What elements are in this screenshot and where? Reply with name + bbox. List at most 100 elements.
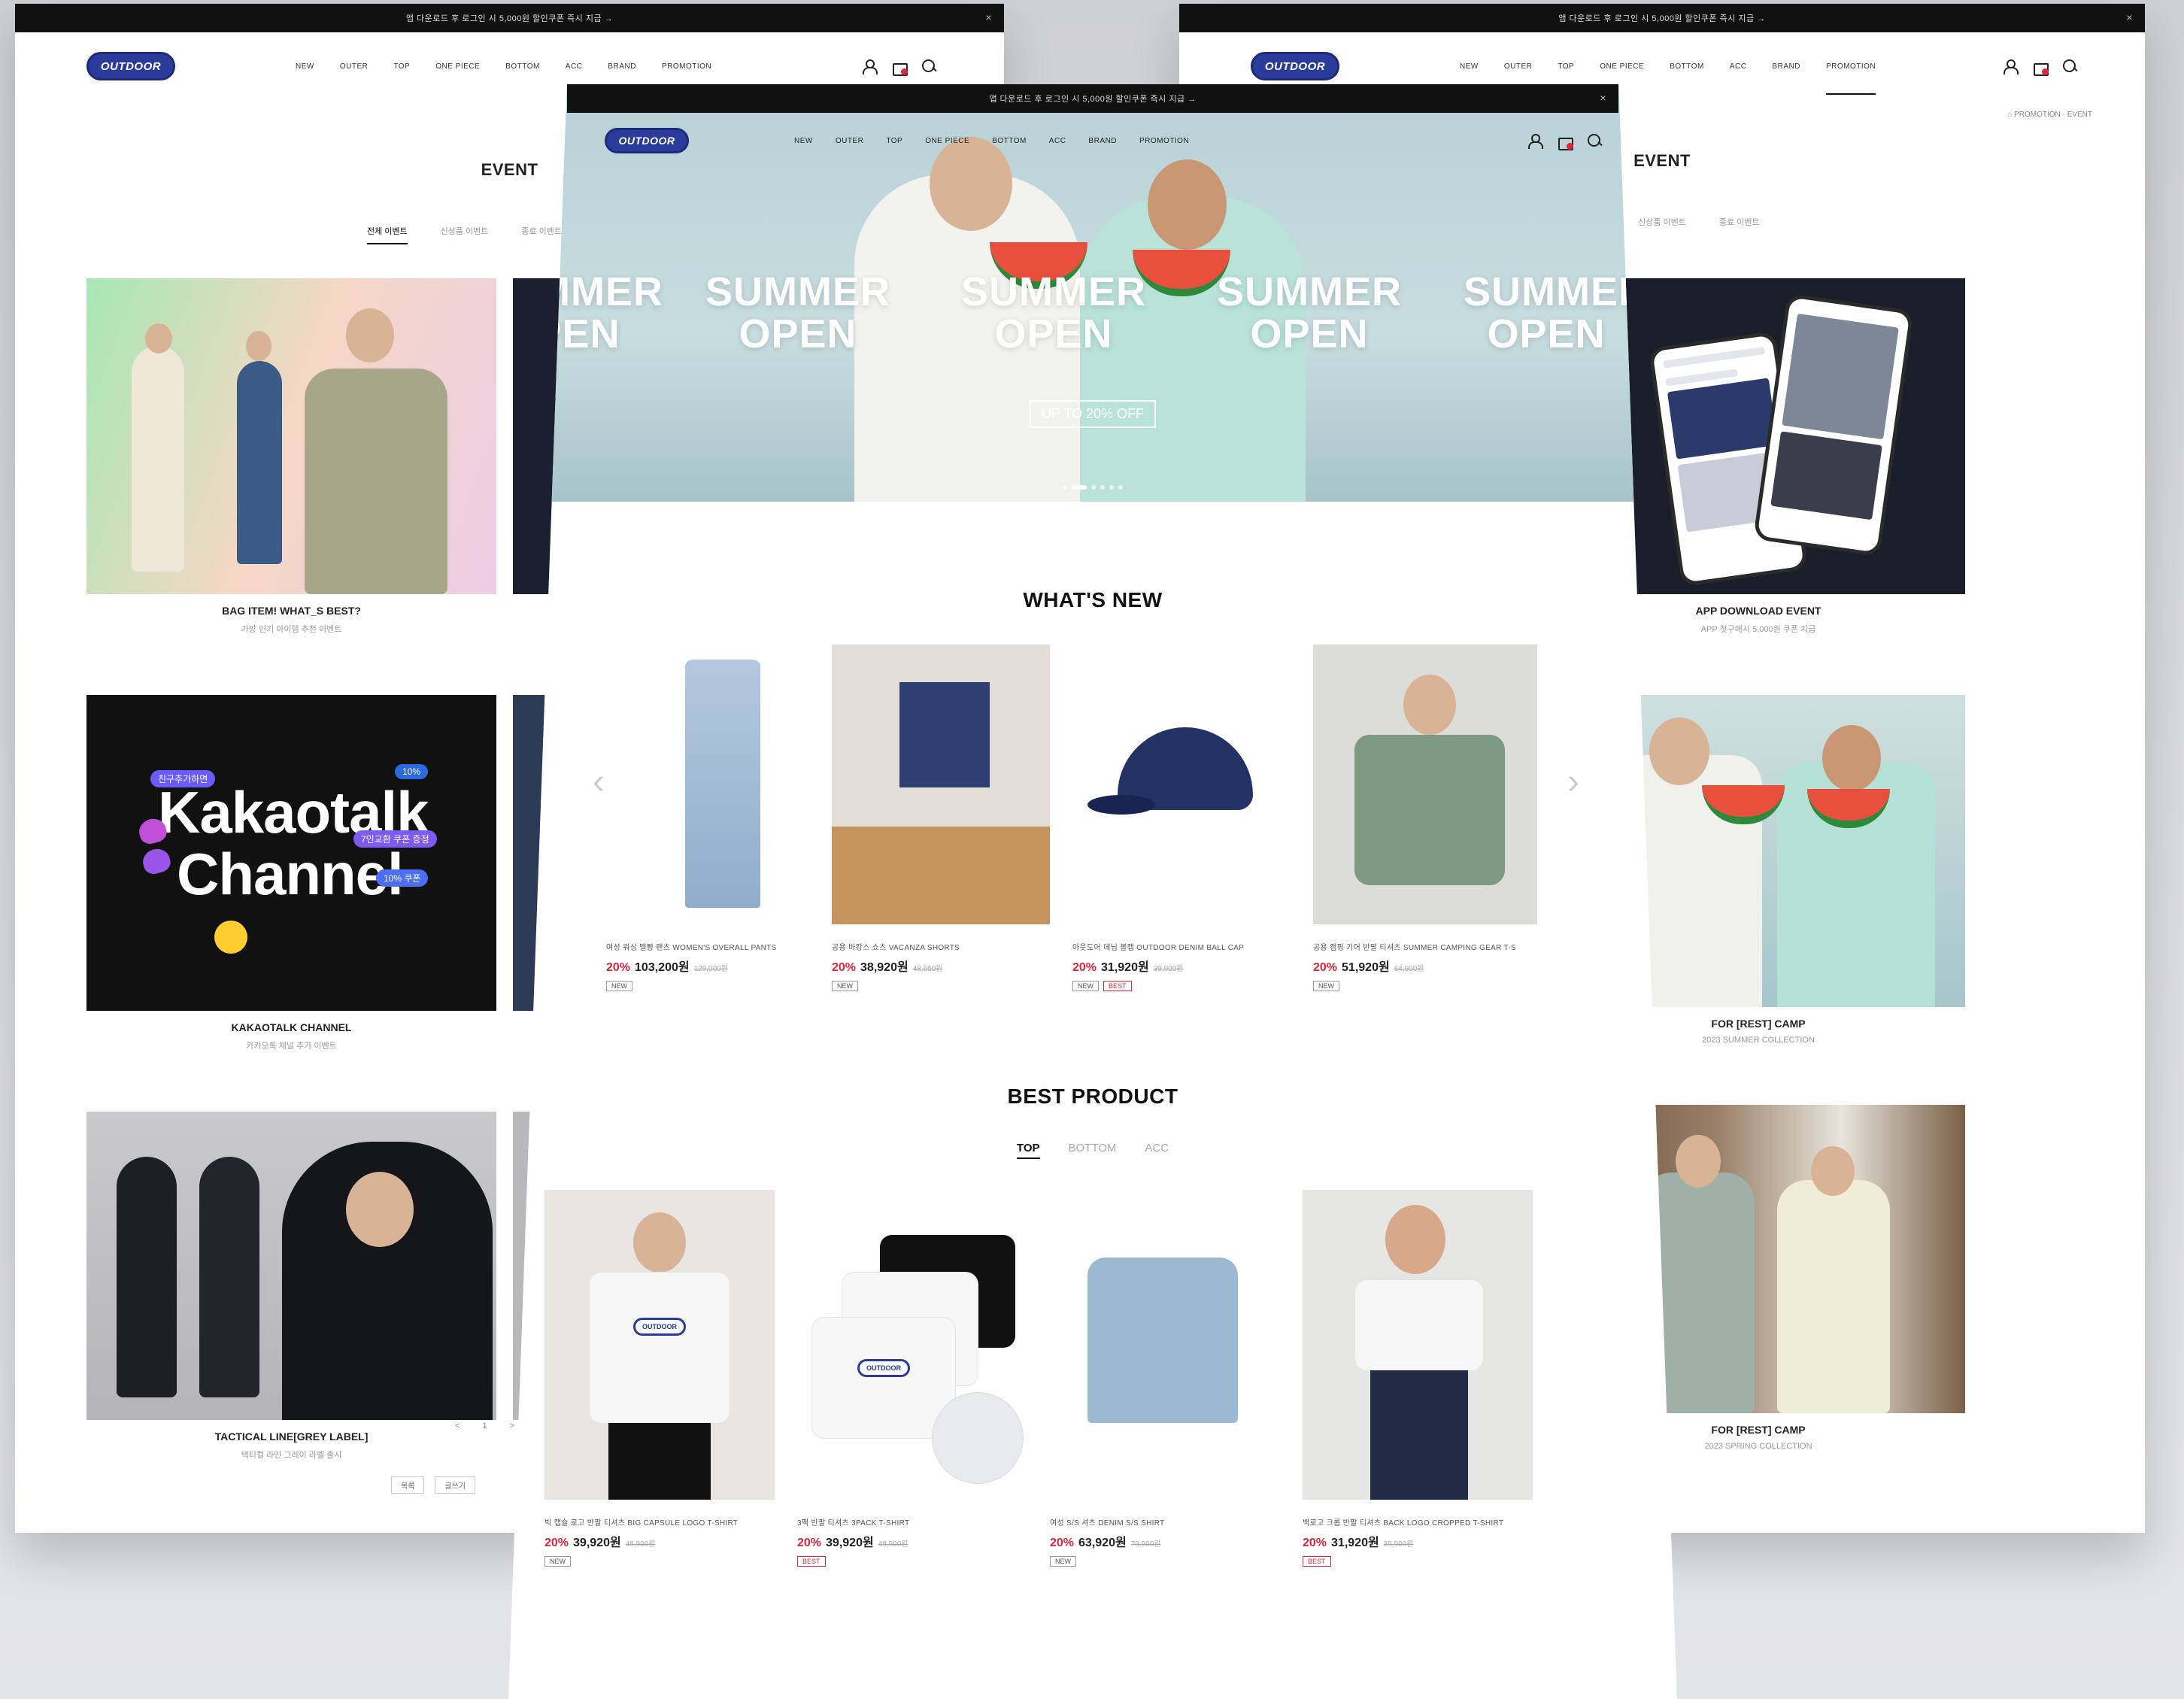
event-thumbnail[interactable]: 친구추가하면 Kakaotalk Channel 10% 7인교환 쿠폰 증정 … [86, 695, 496, 1011]
product-card[interactable]: OUTDOOR 3팩 반팔 티셔츠 3PACK T-SHIRT 20% 39,92… [797, 1190, 1027, 1567]
user-icon[interactable] [2002, 59, 2019, 74]
close-icon[interactable]: × [985, 11, 992, 23]
nav-item-new[interactable]: NEW [1460, 62, 1479, 71]
product-name[interactable]: 아웃도어 데님 볼캡 OUTDOOR DENIM BALL CAP [1072, 941, 1291, 952]
tab-acc[interactable]: ACC [1145, 1142, 1169, 1159]
nav-item-bottom[interactable]: BOTTOM [992, 137, 1027, 145]
hero-banner[interactable]: 앱 다운로드 후 로그인 시 5,000원 할인쿠폰 즉시 지급 → × OUT… [508, 84, 1677, 502]
nav-item-top[interactable]: TOP [886, 137, 902, 145]
tab-all-events[interactable]: 전체 이벤트 [366, 225, 408, 244]
tab-new-events[interactable]: 신상품 이벤트 [1638, 216, 1686, 235]
brand-logo[interactable]: OUTDOOR [86, 52, 175, 80]
event-card-title[interactable]: KAKAOTALK CHANNEL [86, 1021, 496, 1033]
product-image[interactable] [1303, 1190, 1533, 1500]
breadcrumb[interactable]: ⌂ PROMOTION · EVENT [2007, 111, 2092, 119]
chevron-right-icon[interactable]: › [1567, 761, 1579, 802]
nav-item-outer[interactable]: OUTER [340, 62, 369, 71]
nav-item-acc[interactable]: ACC [1730, 62, 1747, 71]
product-card[interactable]: 백로고 크롭 반팔 티셔츠 BACK LOGO CROPPED T-SHIRT … [1303, 1190, 1533, 1567]
nav-item-outer[interactable]: OUTER [1504, 62, 1533, 71]
cart-icon[interactable] [2032, 59, 2049, 76]
nav-item-acc[interactable]: ACC [1049, 137, 1066, 145]
product-name[interactable]: 공용 캠핑 기어 반팔 티셔츠 SUMMER CAMPING GEAR T-S [1313, 941, 1537, 952]
nav-item-top[interactable]: TOP [393, 62, 410, 71]
nav-item-promotion[interactable]: PROMOTION [1825, 62, 1876, 95]
product-card[interactable]: 공용 캠핑 기어 반팔 티셔츠 SUMMER CAMPING GEAR T-S … [1313, 645, 1537, 991]
nav-item-brand[interactable]: BRAND [1772, 62, 1800, 71]
event-thumbnail[interactable] [86, 1112, 496, 1420]
close-icon[interactable]: × [2126, 11, 2133, 23]
tab-bottom[interactable]: BOTTOM [1069, 1142, 1117, 1159]
brand-logo[interactable]: OUTDOOR [1251, 52, 1339, 80]
nav-item-brand[interactable]: BRAND [1088, 137, 1117, 145]
chevron-right-icon[interactable]: > [510, 1421, 514, 1430]
nav-item-promotion[interactable]: PROMOTION [1139, 137, 1189, 145]
product-image[interactable] [1072, 645, 1291, 924]
product-name[interactable]: 빅 캡슐 로고 반팔 티셔츠 BIG CAPSULE LOGO T-SHIRT [544, 1516, 775, 1528]
nav-item-outer[interactable]: OUTER [836, 137, 864, 145]
product-image[interactable] [1050, 1190, 1280, 1500]
write-button[interactable]: 글쓰기 [435, 1476, 476, 1494]
product-card[interactable]: 아웃도어 데님 볼캡 OUTDOOR DENIM BALL CAP 20% 31,… [1072, 645, 1291, 991]
nav-item-top[interactable]: TOP [1558, 62, 1574, 71]
event-card-title[interactable]: BAG ITEM! WHAT_S BEST? [86, 605, 496, 617]
page-number[interactable]: 1 [482, 1421, 487, 1430]
tab-ended-events[interactable]: 종료 이벤트 [1719, 216, 1760, 235]
product-name[interactable]: 공용 바캉스 쇼츠 VACANZA SHORTS [832, 941, 1050, 952]
user-icon[interactable] [861, 59, 878, 74]
promo-text[interactable]: 앱 다운로드 후 로그인 시 5,000원 할인쿠폰 즉시 지급 → [406, 12, 613, 24]
product-image[interactable] [1313, 645, 1537, 924]
carousel-dot[interactable] [1072, 485, 1087, 490]
close-icon[interactable]: × [1600, 92, 1606, 104]
nav-item-acc[interactable]: ACC [566, 62, 583, 71]
tab-new-events[interactable]: 신상품 이벤트 [441, 225, 489, 244]
product-image[interactable]: OUTDOOR [797, 1190, 1027, 1500]
event-card-title[interactable]: TACTICAL LINE[GREY LABEL] [86, 1430, 496, 1443]
promo-text[interactable]: 앱 다운로드 후 로그인 시 5,000원 할인쿠폰 즉시 지급 → [989, 93, 1196, 105]
product-card[interactable]: 공용 바캉스 쇼츠 VACANZA SHORTS 20% 38,920원 48,65… [832, 645, 1050, 991]
event-thumbnail[interactable] [86, 278, 496, 594]
promo-bar[interactable]: 앱 다운로드 후 로그인 시 5,000원 할인쿠폰 즉시 지급 → × [567, 84, 1618, 113]
nav-item-one-piece[interactable]: ONE PIECE [925, 137, 969, 145]
product-card[interactable]: 여성 S/S 셔츠 DENIM S/S SHIRT 20% 63,920원 79,9… [1050, 1190, 1280, 1567]
search-icon[interactable] [1587, 133, 1602, 148]
search-icon[interactable] [921, 59, 936, 74]
carousel-dot[interactable] [1118, 485, 1123, 490]
tab-ended-events[interactable]: 종료 이벤트 [521, 225, 562, 244]
brand-logo[interactable]: OUTDOOR [605, 128, 689, 153]
promo-bar[interactable]: 앱 다운로드 후 로그인 시 5,000원 할인쿠폰 즉시 지급 → × [1179, 4, 2145, 32]
nav-item-bottom[interactable]: BOTTOM [1670, 62, 1704, 71]
nav-item-one-piece[interactable]: ONE PIECE [435, 62, 480, 71]
product-image[interactable]: OUTDOOR [544, 1190, 775, 1500]
product-name[interactable]: 여성 워싱 멜빵 팬츠 WOMEN'S OVERALL PANTS [606, 941, 809, 952]
chevron-left-icon[interactable]: < [455, 1421, 460, 1430]
product-name[interactable]: 여성 S/S 셔츠 DENIM S/S SHIRT [1050, 1516, 1280, 1528]
product-name[interactable]: 백로고 크롭 반팔 티셔츠 BACK LOGO CROPPED T-SHIRT [1303, 1516, 1533, 1528]
product-card[interactable]: OUTDOOR 빅 캡슐 로고 반팔 티셔츠 BIG CAPSULE LOGO … [544, 1190, 775, 1567]
nav-item-new[interactable]: NEW [296, 62, 314, 71]
product-image[interactable] [832, 645, 1050, 924]
carousel-dot[interactable] [1091, 485, 1096, 490]
carousel-dot[interactable] [1063, 485, 1067, 490]
event-card[interactable]: 친구추가하면 Kakaotalk Channel 10% 7인교환 쿠폰 증정 … [86, 695, 496, 1051]
promo-bar[interactable]: 앱 다운로드 후 로그인 시 5,000원 할인쿠폰 즉시 지급 → × [15, 4, 1004, 32]
product-image[interactable] [606, 645, 809, 924]
nav-item-brand[interactable]: BRAND [608, 62, 636, 71]
cart-icon[interactable] [1557, 133, 1573, 150]
tab-top[interactable]: TOP [1016, 1142, 1040, 1159]
carousel-dot[interactable] [1109, 485, 1114, 490]
list-button[interactable]: 목록 [391, 1476, 425, 1494]
nav-item-promotion[interactable]: PROMOTION [662, 62, 711, 71]
nav-item-one-piece[interactable]: ONE PIECE [1600, 62, 1644, 71]
event-card[interactable]: BAG ITEM! WHAT_S BEST? 가방 인기 아이템 추천 이벤트 [86, 278, 496, 635]
promo-text[interactable]: 앱 다운로드 후 로그인 시 5,000원 할인쿠폰 즉시 지급 → [1558, 12, 1765, 24]
carousel-dot[interactable] [1100, 485, 1105, 490]
user-icon[interactable] [1527, 133, 1543, 149]
hero-cta-button[interactable]: UP TO 20% OFF [1029, 400, 1157, 428]
nav-item-bottom[interactable]: BOTTOM [505, 62, 540, 71]
search-icon[interactable] [2062, 59, 2077, 74]
nav-item-new[interactable]: NEW [794, 137, 813, 145]
event-card[interactable]: TACTICAL LINE[GREY LABEL] 택티컬 라인 그레이 라벨 … [86, 1112, 496, 1461]
product-card[interactable]: 여성 워싱 멜빵 팬츠 WOMEN'S OVERALL PANTS 20% 103… [606, 645, 809, 991]
cart-icon[interactable] [891, 59, 908, 76]
